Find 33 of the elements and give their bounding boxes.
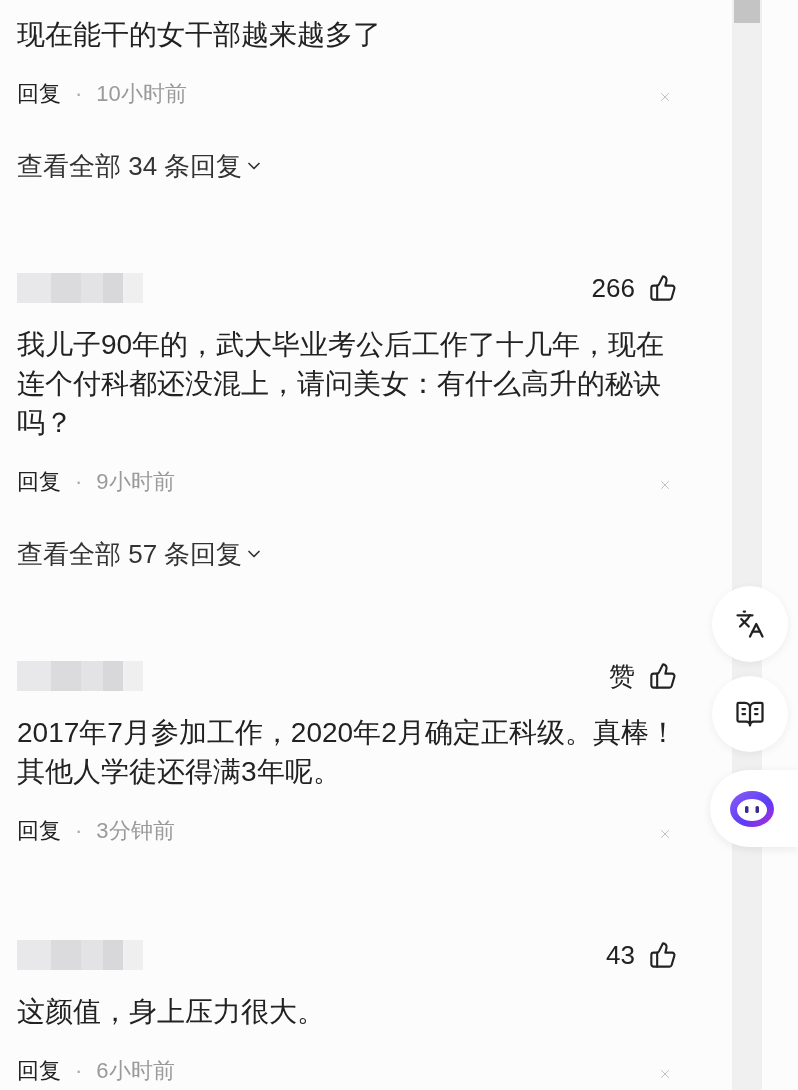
like-button[interactable]: 赞 [609, 662, 677, 690]
close-icon[interactable] [658, 827, 672, 841]
reply-button[interactable]: 回复 [17, 820, 61, 842]
reply-button[interactable]: 回复 [17, 1060, 61, 1082]
comment-text: 2017年7月参加工作，2020年2月确定正科级。真棒！其他人学徒还得满3年呢。 [17, 716, 678, 789]
close-icon[interactable] [658, 1067, 672, 1081]
close-icon[interactable] [658, 90, 672, 104]
thumbs-up-icon [649, 274, 677, 302]
thumbs-up-icon [649, 941, 677, 969]
like-button[interactable]: 43 [606, 941, 677, 969]
comment-text: 现在能干的女干部越来越多了 [17, 18, 382, 52]
view-replies-link[interactable]: 查看全部 34 条回复 [17, 148, 265, 184]
timestamp: 3分钟前 [96, 820, 175, 842]
separator-dot: · [75, 471, 83, 493]
close-icon[interactable] [658, 478, 672, 492]
book-icon [735, 699, 765, 729]
scrollbar-thumb[interactable] [734, 0, 760, 23]
thumbs-up-icon [649, 662, 677, 690]
reply-button[interactable]: 回复 [17, 83, 61, 105]
timestamp: 9小时前 [96, 471, 175, 493]
separator-dot: · [75, 83, 83, 105]
separator-dot: · [75, 1060, 83, 1082]
timestamp: 6小时前 [96, 1060, 175, 1082]
reply-button[interactable]: 回复 [17, 471, 61, 493]
view-replies-link[interactable]: 查看全部 57 条回复 [17, 536, 265, 572]
like-button[interactable]: 266 [591, 274, 677, 302]
assistant-button[interactable] [710, 770, 798, 847]
bot-face-icon [730, 790, 774, 827]
separator-dot: · [75, 820, 83, 842]
comment-text: 我儿子90年的，武大毕业考公后工作了十几年，现在连个付科都还没混上，请问美女：有什么高升的秘诀吗？ [17, 328, 666, 440]
translate-icon [735, 609, 765, 639]
comment-text: 这颜值，身上压力很大。 [17, 995, 326, 1029]
timestamp: 10小时前 [96, 83, 187, 105]
